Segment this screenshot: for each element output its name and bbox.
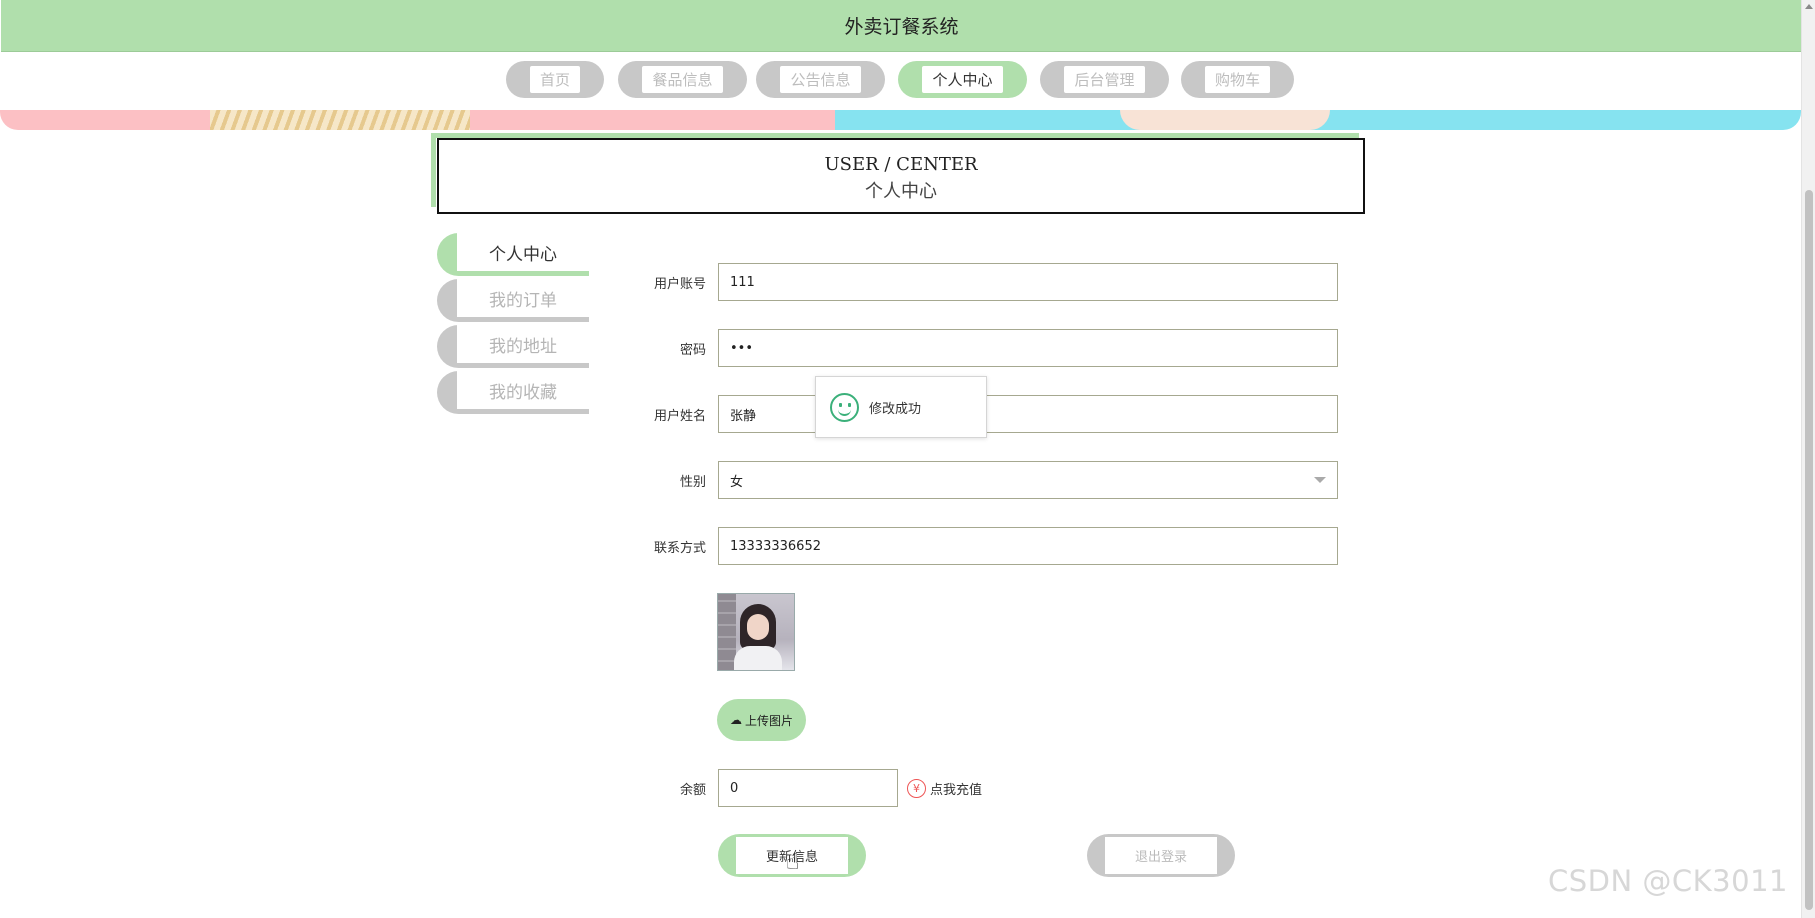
scroll-up-icon[interactable] <box>1805 4 1813 9</box>
banner-image <box>0 110 1801 130</box>
gender-row: 性别 女 <box>640 460 1338 500</box>
toast-message: 修改成功 <box>869 401 922 417</box>
account-label: 用户账号 <box>653 276 706 292</box>
phone-label: 联系方式 <box>653 540 706 556</box>
nav-cart[interactable]: 购物车 <box>1181 61 1294 98</box>
cloud-upload-icon: ☁ <box>729 713 742 727</box>
nav-user-center[interactable]: 个人中心 <box>898 61 1027 98</box>
nav-home-label: 首页 <box>529 66 580 93</box>
logout-label: 退出登录 <box>1105 837 1217 874</box>
nav-announcements-label: 公告信息 <box>780 66 861 93</box>
section-title: USER / CENTER 个人中心 <box>437 138 1365 214</box>
sidebar-item-orders[interactable]: 我的订单 <box>437 279 589 322</box>
nav-meals[interactable]: 餐品信息 <box>618 61 747 98</box>
logout-button[interactable]: 退出登录 <box>1087 834 1235 877</box>
sidebar-item-label: 我的地址 <box>457 325 589 363</box>
name-label: 用户姓名 <box>653 408 706 424</box>
nav-home[interactable]: 首页 <box>506 61 604 98</box>
phone-input[interactable]: 13333336652 <box>718 527 1338 565</box>
balance-row: 余额 0 ¥ 点我充值 <box>640 768 982 808</box>
page: 外卖订餐系统 首页 餐品信息 公告信息 个人中心 后台管理 购物车 USER /… <box>0 0 1815 918</box>
section-title-cn: 个人中心 <box>865 181 937 202</box>
sidebar-item-addresses[interactable]: 我的地址 <box>437 325 589 368</box>
account-input[interactable]: 111 <box>718 263 1338 301</box>
nav-admin[interactable]: 后台管理 <box>1040 61 1169 98</box>
nav-user-center-label: 个人中心 <box>922 66 1003 93</box>
yen-icon: ¥ <box>907 778 926 798</box>
main-nav: 首页 餐品信息 公告信息 个人中心 后台管理 购物车 <box>0 61 1801 101</box>
name-input[interactable]: 张静 <box>718 395 1338 433</box>
sidebar-item-label: 个人中心 <box>457 233 589 271</box>
upload-image-button[interactable]: ☁ 上传图片 <box>717 699 806 741</box>
upload-image-label: 上传图片 <box>744 713 793 728</box>
recharge-link[interactable]: ¥ 点我充值 <box>907 778 983 798</box>
user-sidebar: 个人中心 我的订单 我的地址 我的收藏 <box>437 233 589 417</box>
name-row: 用户姓名 张静 <box>640 394 1338 434</box>
balance-label: 余额 <box>679 782 706 798</box>
gender-select[interactable]: 女 <box>718 461 1338 499</box>
success-toast: 修改成功 <box>815 376 987 438</box>
app-header: 外卖订餐系统 <box>1 0 1802 52</box>
sidebar-item-favorites[interactable]: 我的收藏 <box>437 371 589 414</box>
nav-announcements[interactable]: 公告信息 <box>756 61 885 98</box>
sidebar-item-user-center[interactable]: 个人中心 <box>437 233 589 276</box>
gender-value: 女 <box>730 474 744 490</box>
password-input[interactable]: ••• <box>718 329 1338 367</box>
password-label: 密码 <box>679 342 706 358</box>
password-row: 密码 ••• <box>640 328 1338 368</box>
chevron-down-icon <box>1314 477 1326 483</box>
nav-cart-label: 购物车 <box>1204 66 1270 93</box>
app-title: 外卖订餐系统 <box>844 16 959 38</box>
sidebar-item-label: 我的订单 <box>457 279 589 317</box>
recharge-label: 点我充值 <box>930 782 983 798</box>
watermark: CSDN @CK3011 <box>1548 864 1788 898</box>
page-scrollbar[interactable] <box>1801 0 1815 918</box>
section-title-en: USER / CENTER <box>824 154 978 175</box>
avatar-image <box>717 593 795 671</box>
nav-meals-label: 餐品信息 <box>642 66 723 93</box>
account-row: 用户账号 111 <box>640 262 1338 302</box>
balance-input[interactable]: 0 <box>718 769 898 807</box>
smile-icon <box>830 392 859 422</box>
gender-label: 性别 <box>679 474 706 490</box>
hand-cursor-icon: ☝ <box>786 850 800 875</box>
sidebar-item-label: 我的收藏 <box>457 371 589 409</box>
scrollbar-thumb[interactable] <box>1805 190 1813 910</box>
nav-admin-label: 后台管理 <box>1064 66 1145 93</box>
phone-row: 联系方式 13333336652 <box>640 526 1338 566</box>
